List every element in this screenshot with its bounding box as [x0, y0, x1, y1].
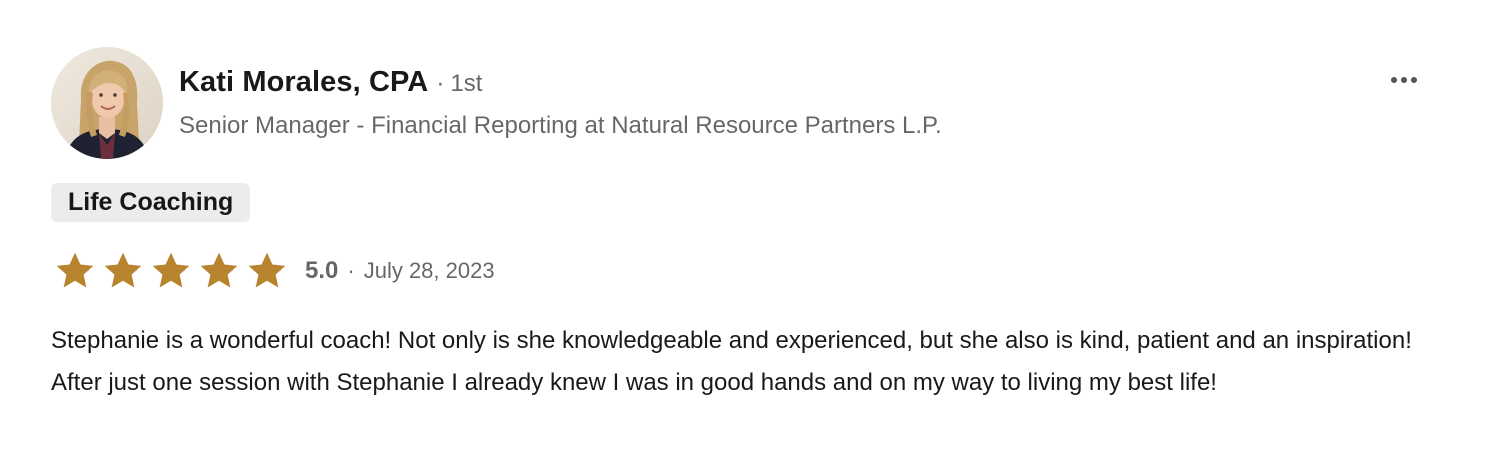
star-icon: [248, 252, 286, 288]
reviewer-name[interactable]: Kati Morales, CPA: [179, 66, 428, 99]
degree-separator: ·: [436, 70, 445, 97]
review-date: July 28, 2023: [363, 258, 495, 283]
star-icon: [104, 252, 142, 288]
connection-degree: · 1st: [436, 70, 482, 98]
degree-label: 1st: [450, 70, 483, 97]
more-horizontal-icon: [1391, 77, 1417, 83]
rating-row: 5.0 · July 28, 2023: [53, 250, 495, 292]
rating-score: 5.0: [305, 257, 339, 284]
rating-separator: ·: [347, 258, 355, 283]
service-tag: Life Coaching: [51, 183, 251, 222]
reviewer-headline: Senior Manager - Financial Reporting at …: [179, 112, 942, 139]
reviewer-name-row: Kati Morales, CPA · 1st: [179, 66, 482, 99]
star-icon: [152, 252, 190, 288]
review-text: Stephanie is a wonderful coach! Not only…: [51, 327, 1412, 396]
avatar-photo: [51, 47, 163, 159]
star-icon: [56, 252, 94, 288]
avatar[interactable]: [51, 47, 163, 159]
more-options-button[interactable]: [1384, 66, 1424, 94]
star-icon: [200, 252, 238, 288]
star-rating: [53, 250, 289, 292]
review-card: Kati Morales, CPA · 1st Senior Manager - …: [0, 0, 1488, 462]
